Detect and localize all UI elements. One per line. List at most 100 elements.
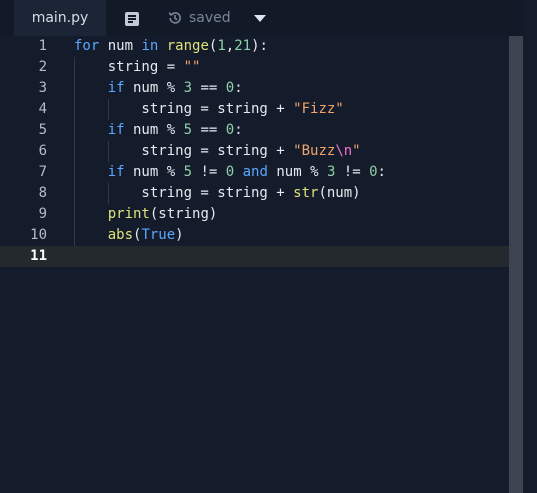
code-token: if	[107, 122, 125, 138]
code-text: string = string + "Fizz"	[74, 99, 344, 120]
code-token: 21	[234, 38, 252, 54]
code-token: string = string +	[74, 143, 294, 159]
code-token: )	[175, 227, 184, 243]
code-line[interactable]: 5 if num % 5 == 0:	[0, 120, 509, 141]
code-token: !=	[335, 164, 370, 180]
code-token: 1	[217, 38, 226, 54]
code-token: num %	[124, 122, 184, 138]
indent-guide	[74, 57, 75, 246]
indent-guide	[108, 141, 109, 162]
code-text: string = ""	[74, 57, 201, 78]
indent-guide	[108, 183, 109, 204]
line-number: 10	[30, 227, 47, 243]
vertical-scrollbar[interactable]	[509, 36, 523, 493]
code-line[interactable]: 1 for num in range(1,21):	[0, 36, 509, 57]
line-number: 11	[30, 248, 47, 264]
code-token: !=	[192, 164, 226, 180]
caret-down-icon[interactable]	[254, 15, 266, 22]
code-editor[interactable]: 1 for num in range(1,21): 2 string = "" 3 i…	[0, 36, 509, 493]
code-token: 0	[225, 164, 235, 180]
tab-label: main.py	[31, 10, 89, 26]
line-number: 4	[38, 101, 47, 117]
code-token: 5	[183, 164, 193, 180]
indent-guide	[108, 99, 109, 120]
code-token: string = string +	[74, 101, 294, 117]
code-token: ==	[192, 122, 226, 138]
code-text: if num % 5 != 0 and num % 3 != 0:	[74, 162, 386, 183]
code-token: print	[107, 206, 150, 222]
code-token: num	[99, 38, 142, 54]
code-text: print(string)	[74, 204, 218, 225]
line-number: 9	[38, 206, 47, 222]
code-token: range	[166, 38, 209, 54]
code-text: for num in range(1,21):	[74, 36, 268, 57]
code-token: True	[141, 227, 176, 243]
code-token: if	[107, 80, 125, 96]
code-token: (string)	[149, 206, 218, 222]
code-token: "Fizz"	[293, 101, 344, 117]
code-token: \n	[335, 143, 353, 159]
line-number: 8	[38, 185, 47, 201]
code-token: and	[242, 164, 268, 180]
code-token: ==	[192, 80, 226, 96]
tab-main-py[interactable]: main.py	[14, 0, 106, 36]
save-status: saved	[167, 10, 231, 26]
line-number: 2	[38, 59, 47, 75]
line-number: 7	[38, 164, 47, 180]
code-token: str	[293, 185, 319, 201]
window-edge	[523, 0, 537, 493]
code-token: :	[377, 164, 386, 180]
line-number: 1	[38, 38, 47, 54]
code-line[interactable]: 7 if num % 5 != 0 and num % 3 != 0:	[0, 162, 509, 183]
document-icon[interactable]	[125, 12, 139, 26]
line-number: 5	[38, 122, 47, 138]
code-token: if	[107, 164, 125, 180]
code-token: 0	[225, 80, 235, 96]
code-text: string = string + str(num)	[74, 183, 361, 204]
code-token: 0	[225, 122, 235, 138]
code-lines: 1 for num in range(1,21): 2 string = "" 3 i…	[0, 36, 509, 267]
code-token: num %	[124, 164, 184, 180]
code-line[interactable]: 10 abs(True)	[0, 225, 509, 246]
code-token: 5	[183, 122, 193, 138]
code-token: :	[234, 80, 243, 96]
code-token: num %	[124, 80, 184, 96]
code-text: string = string + "Buzz\n"	[74, 141, 361, 162]
code-token: in	[141, 38, 159, 54]
code-line[interactable]: 6 string = string + "Buzz\n"	[0, 141, 509, 162]
code-token: :	[234, 122, 243, 138]
code-token: (num)	[318, 185, 361, 201]
code-line[interactable]: 2 string = ""	[0, 57, 509, 78]
code-token: abs	[107, 227, 134, 243]
code-line[interactable]: 8 string = string + str(num)	[0, 183, 509, 204]
code-token: "	[352, 143, 361, 159]
code-line[interactable]: 4 string = string + "Fizz"	[0, 99, 509, 120]
code-line[interactable]: 11	[0, 246, 509, 267]
code-line[interactable]: 9 print(string)	[0, 204, 509, 225]
scrollbar-thumb[interactable]	[509, 36, 523, 493]
code-token: string =	[74, 59, 184, 75]
code-token: for	[74, 38, 100, 54]
line-number: 3	[38, 80, 47, 96]
code-text: if num % 3 == 0:	[74, 78, 243, 99]
code-text: abs(True)	[74, 225, 184, 246]
code-token: ""	[183, 59, 201, 75]
code-token: 3	[183, 80, 193, 96]
code-token: string = string +	[74, 185, 294, 201]
code-line[interactable]: 3 if num % 3 == 0:	[0, 78, 509, 99]
line-number: 6	[38, 143, 47, 159]
code-token: num %	[267, 164, 327, 180]
code-token: 0	[369, 164, 378, 180]
code-text: if num % 5 == 0:	[74, 120, 243, 141]
save-status-label: saved	[189, 10, 231, 26]
history-icon	[167, 10, 183, 26]
editor-toolbar: main.py saved	[0, 0, 523, 37]
code-token: ):	[251, 38, 268, 54]
